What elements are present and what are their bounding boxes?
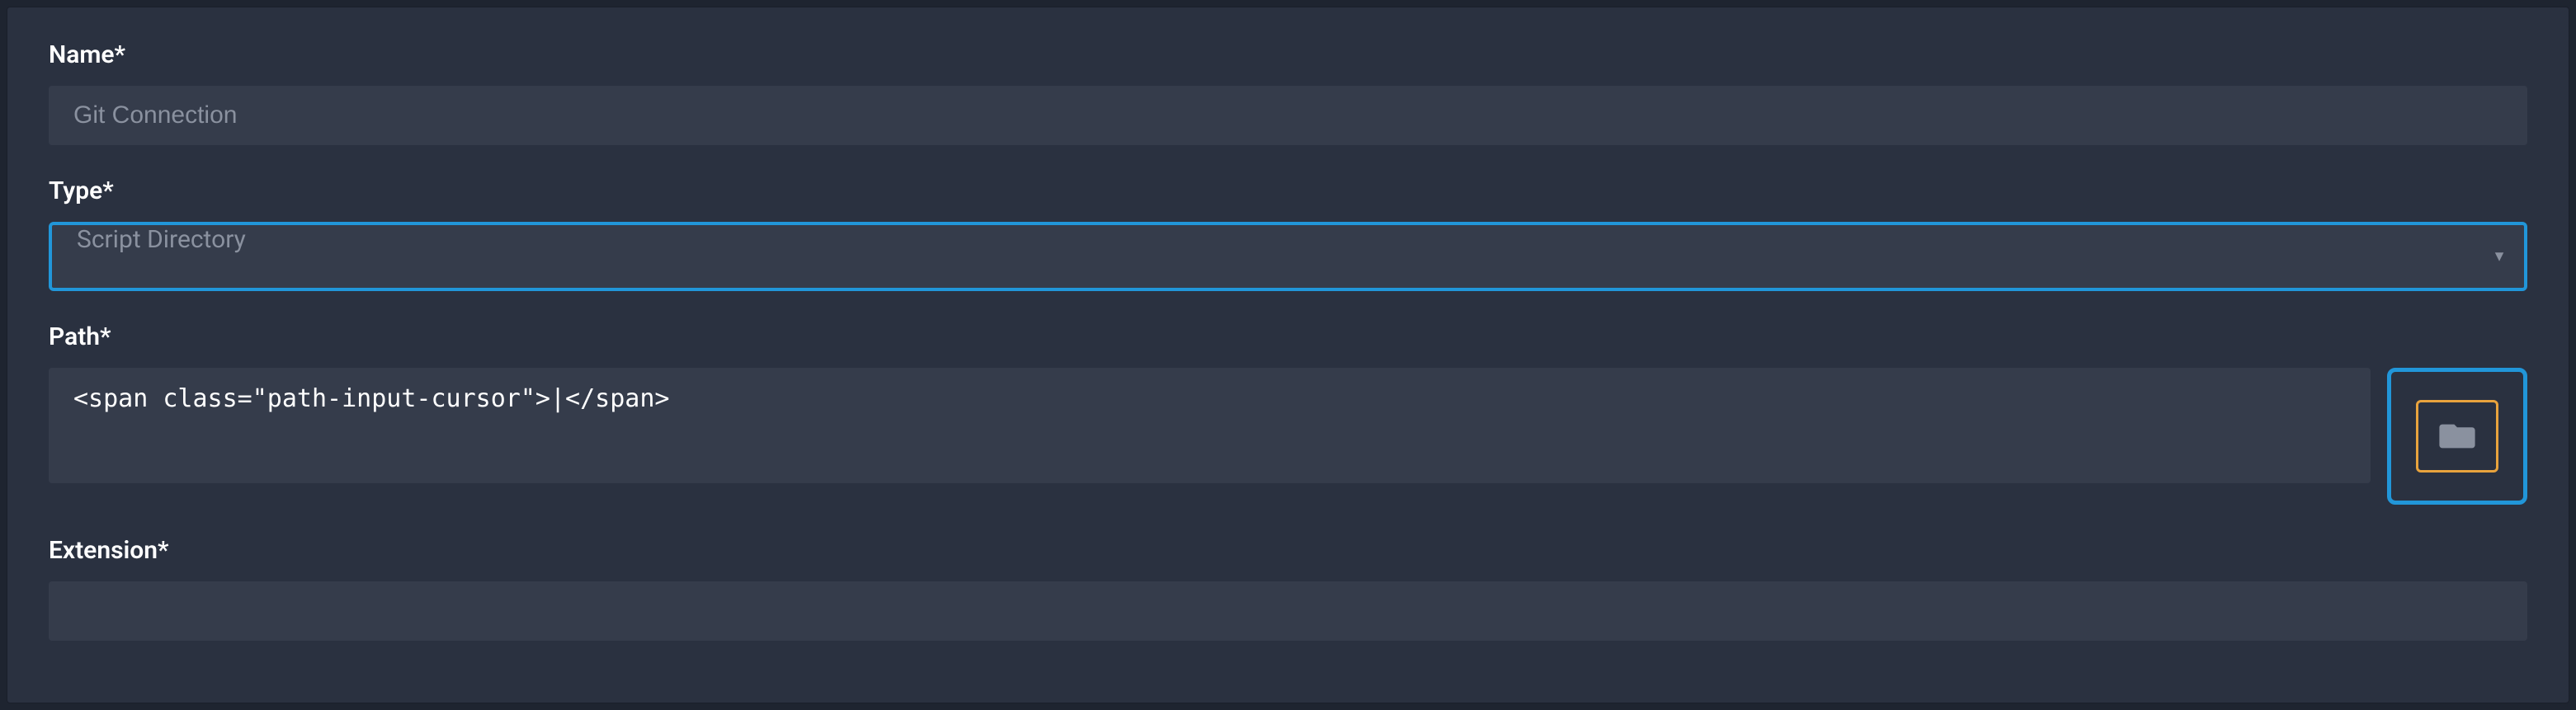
name-input[interactable]	[49, 86, 2527, 145]
extension-label: Extension*	[49, 536, 2527, 565]
path-label: Path*	[49, 322, 2527, 351]
type-select-wrapper: Script Directory ▼	[49, 222, 2527, 291]
type-label: Type*	[49, 176, 2527, 205]
name-label: Name*	[49, 40, 2527, 69]
extension-group: Extension*	[49, 536, 2527, 641]
extension-input[interactable]	[49, 581, 2527, 641]
type-group: Type* Script Directory ▼	[49, 176, 2527, 291]
browse-button-inner	[2416, 400, 2498, 473]
name-group: Name*	[49, 40, 2527, 145]
form-panel: Name* Type* Script Directory ▼ Path* <sp…	[7, 7, 2569, 703]
path-row: <span class="path-input-cursor">|</span>	[49, 368, 2527, 505]
browse-folder-button[interactable]	[2387, 368, 2527, 505]
folder-icon	[2439, 421, 2475, 451]
type-select[interactable]: Script Directory	[49, 222, 2527, 291]
path-input[interactable]: <span class="path-input-cursor">|</span>	[49, 368, 2371, 483]
path-group: Path* <span class="path-input-cursor">|<…	[49, 322, 2527, 505]
